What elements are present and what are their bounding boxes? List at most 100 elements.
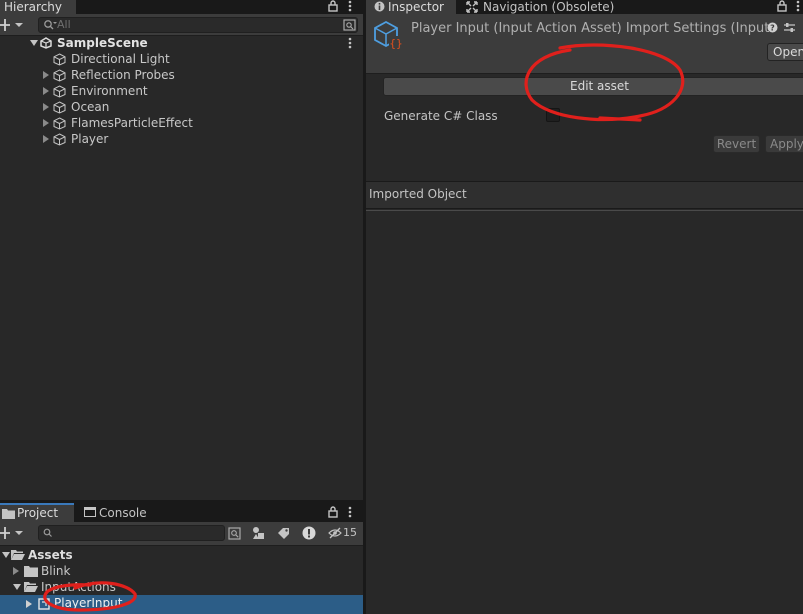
tab-hierarchy[interactable]: Hierarchy: [0, 0, 76, 14]
generate-class-checkbox[interactable]: [546, 108, 560, 122]
expand-arrow-icon[interactable]: [43, 135, 49, 143]
console-icon: [84, 507, 96, 517]
inspector-title: Player Input (Input Action Asset) Import…: [411, 21, 770, 36]
navigation-icon: [466, 1, 478, 13]
hierarchy-item-label: Reflection Probes: [71, 68, 175, 82]
expand-arrow-icon[interactable]: [13, 567, 19, 575]
gameobject-cube-icon: [53, 69, 66, 82]
search-icon: [43, 19, 57, 31]
more-options-icon[interactable]: [795, 0, 801, 12]
hierarchy-item-label: FlamesParticleEffect: [71, 116, 193, 130]
hierarchy-panel: Hierarchy All SampleScene Directional Li…: [0, 0, 364, 501]
lock-icon[interactable]: [777, 0, 787, 12]
input-action-asset-icon: [38, 598, 50, 610]
project-item-label: InputActions: [41, 580, 116, 594]
search-by-type-icon[interactable]: [343, 19, 356, 31]
apply-button-label: Apply: [770, 137, 803, 151]
folder-icon: [24, 565, 38, 577]
project-item-label: Blink: [41, 564, 71, 578]
expand-arrow-icon[interactable]: [26, 600, 32, 608]
unity-scene-icon: [40, 37, 52, 49]
hierarchy-search-placeholder: All: [57, 18, 71, 31]
search-icon: [43, 528, 53, 538]
lock-icon[interactable]: [328, 0, 338, 12]
project-folder-assets[interactable]: Assets: [0, 547, 364, 563]
tab-project-label: Project: [17, 506, 59, 520]
scene-more-options-icon[interactable]: [347, 37, 353, 49]
open-button[interactable]: Open: [767, 43, 803, 61]
tab-project[interactable]: Project: [0, 503, 74, 522]
project-search-field[interactable]: [38, 525, 225, 541]
gameobject-cube-icon: [53, 117, 66, 130]
project-panel: Project Console 15 Assets Blink InputAct…: [0, 503, 364, 614]
divider: [366, 210, 803, 211]
revert-button[interactable]: Revert: [713, 135, 760, 153]
input-action-asset-large-icon: {}: [373, 20, 405, 52]
hierarchy-item-player[interactable]: Player: [0, 131, 364, 147]
hierarchy-item-flames-particle-effect[interactable]: FlamesParticleEffect: [0, 115, 364, 131]
imported-object-label: Imported Object: [369, 187, 467, 201]
edit-asset-button[interactable]: Edit asset: [383, 77, 803, 96]
more-options-icon[interactable]: [347, 0, 353, 12]
apply-button[interactable]: Apply: [765, 135, 803, 153]
open-button-label: Open: [773, 45, 803, 59]
hierarchy-item-label: Ocean: [71, 100, 110, 114]
warnings-icon[interactable]: [302, 526, 316, 540]
lock-icon[interactable]: [328, 506, 338, 518]
project-item-label: PlayerInput: [54, 596, 123, 610]
hierarchy-item-environment[interactable]: Environment: [0, 83, 364, 99]
create-add-button[interactable]: [0, 525, 26, 541]
tab-console[interactable]: Console: [82, 503, 162, 522]
hidden-count: 15: [343, 526, 357, 539]
hierarchy-item-ocean[interactable]: Ocean: [0, 99, 364, 115]
hierarchy-item-label: Player: [71, 132, 109, 146]
project-folder-blink[interactable]: Blink: [0, 563, 364, 579]
gameobject-cube-icon: [53, 85, 66, 98]
presets-icon[interactable]: [784, 22, 795, 33]
scene-row[interactable]: SampleScene: [0, 35, 364, 51]
svg-text:{}: {}: [389, 37, 402, 50]
tab-console-label: Console: [99, 506, 147, 520]
help-icon[interactable]: ?: [767, 22, 778, 33]
divider: [366, 208, 803, 209]
expand-arrow-icon[interactable]: [43, 119, 49, 127]
expand-arrow-icon[interactable]: [13, 584, 21, 590]
scene-name: SampleScene: [57, 36, 148, 50]
tab-inspector-label: Inspector: [388, 0, 444, 14]
hidden-packages-toggle[interactable]: 15: [328, 526, 360, 540]
hierarchy-item-directional-light[interactable]: Directional Light: [0, 51, 364, 67]
tab-navigation[interactable]: Navigation (Obsolete): [464, 0, 624, 14]
generate-class-label: Generate C# Class: [384, 109, 498, 123]
search-by-type-icon[interactable]: [228, 527, 241, 540]
hierarchy-item-label: Environment: [71, 84, 148, 98]
create-add-button[interactable]: [0, 17, 26, 33]
folder-icon: [2, 508, 15, 519]
gameobject-cube-icon: [53, 133, 66, 146]
expand-arrow-icon[interactable]: [43, 103, 49, 111]
hierarchy-item-reflection-probes[interactable]: Reflection Probes: [0, 67, 364, 83]
more-options-icon[interactable]: [347, 506, 353, 518]
expand-arrow-icon[interactable]: [43, 71, 49, 79]
project-item-label: Assets: [28, 548, 73, 562]
inspector-panel: Inspector Navigation (Obsolete) {} Playe…: [366, 0, 803, 614]
filter-by-label-icon[interactable]: [277, 527, 291, 539]
expand-arrow-icon[interactable]: [43, 87, 49, 95]
imported-object-header: Imported Object: [366, 182, 803, 208]
hierarchy-search-field[interactable]: All: [38, 17, 358, 33]
filter-by-type-icon[interactable]: [252, 526, 266, 540]
gameobject-cube-icon: [53, 53, 66, 66]
tab-inspector[interactable]: Inspector: [366, 0, 456, 14]
info-icon: [374, 1, 385, 12]
project-folder-input-actions[interactable]: InputActions: [0, 579, 364, 595]
folder-open-icon: [24, 581, 38, 593]
project-asset-player-input[interactable]: PlayerInput: [0, 595, 364, 614]
expand-arrow-icon[interactable]: [30, 40, 38, 46]
expand-arrow-icon[interactable]: [2, 552, 10, 558]
revert-button-label: Revert: [716, 137, 757, 151]
gameobject-cube-icon: [53, 101, 66, 114]
eye-slash-icon: [328, 527, 342, 539]
hierarchy-item-label: Directional Light: [71, 52, 170, 66]
tab-hierarchy-label: Hierarchy: [4, 0, 63, 14]
tab-navigation-label: Navigation (Obsolete): [483, 0, 615, 14]
edit-asset-button-label: Edit asset: [570, 79, 629, 93]
